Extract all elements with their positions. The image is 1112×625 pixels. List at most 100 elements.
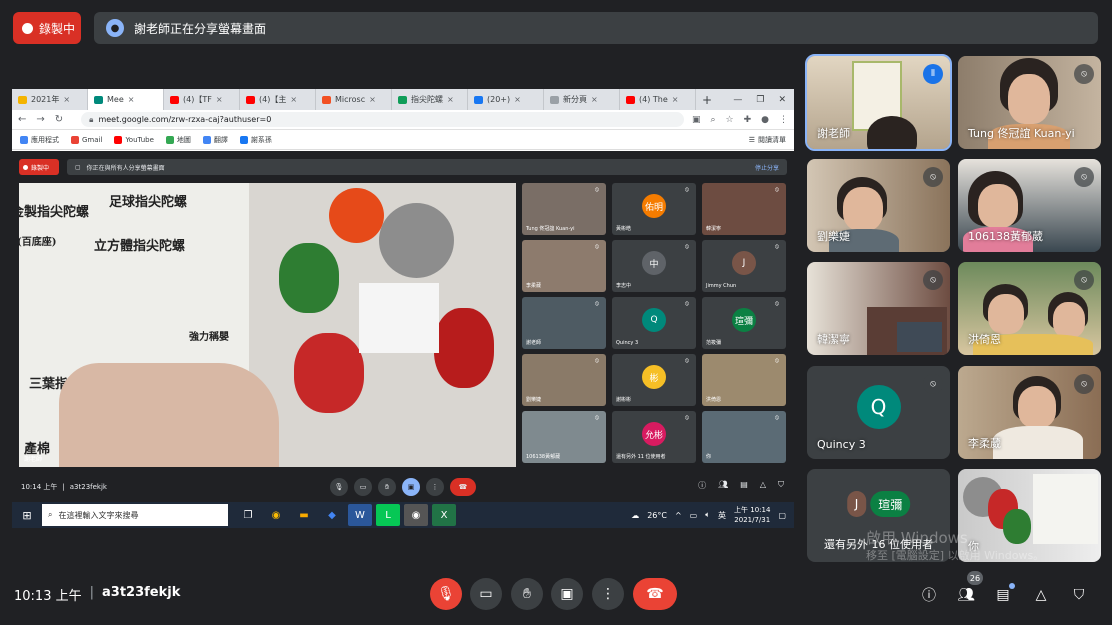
volume-icon[interactable]: 🔈︎ [705,510,710,520]
inner-chat-icon[interactable]: ▤ [740,480,748,491]
star-icon[interactable]: ☆ [726,115,734,125]
taskbar-search[interactable]: ⌕ 在這裡輸入文字來搜尋 [42,504,228,526]
inner-camera-icon[interactable]: ▭ [354,478,372,496]
browser-tab[interactable]: (4) The × [620,89,696,110]
inner-participant-tile[interactable]: 中 ⦸ 李志中 [612,240,696,292]
task-view-icon[interactable]: ❐ [236,504,260,526]
stop-share-button[interactable]: 停止分享 [755,163,787,172]
forward-icon[interactable]: → [36,114,44,125]
bookmark-item[interactable]: 應用程式 [20,135,59,145]
minimize-icon[interactable]: — [733,95,742,105]
map-app-icon[interactable]: ◆ [320,504,344,526]
new-tab-icon[interactable]: + [696,93,718,107]
reading-list[interactable]: ☰ 閱讀清單 [749,135,786,145]
tab-close-icon[interactable]: × [128,95,135,104]
inner-participant-tile[interactable]: J ⦸ Jimmy Chun [702,240,786,292]
browser-tab[interactable]: Mee × [88,89,164,110]
browser-tab[interactable]: (20+) × [468,89,544,110]
inner-participant-tile[interactable]: ⦸ 你 [702,411,786,463]
inner-participant-tile[interactable]: ⦸ 韓潔寧 [702,183,786,235]
camera-icon[interactable]: ▣ [692,115,701,125]
inner-participant-tile[interactable]: 彬 ⦸ 謝彬彬 [612,354,696,406]
tab-close-icon[interactable]: × [514,95,521,104]
present-button[interactable]: ▣ [551,578,583,610]
tab-close-icon[interactable]: × [216,95,223,104]
browser-tab[interactable]: 指尖陀螺 × [392,89,468,110]
excel-icon[interactable]: X [432,504,456,526]
tab-close-icon[interactable]: × [672,95,679,104]
reload-icon[interactable]: ↻ [55,114,63,125]
recording-indicator[interactable]: 錄製中 [13,12,81,44]
host-controls-button[interactable]: ⛉ [1068,584,1090,606]
activities-button[interactable]: △ [1030,584,1052,606]
meeting-info-button[interactable]: ⓘ [918,584,940,606]
participant-tile[interactable]: ⦸ 劉樂婕 [807,159,950,252]
participant-tile[interactable]: ⦸ 李柔葳 [958,366,1101,459]
browser-tab[interactable]: (4)【主 × [240,89,316,110]
tray-chevron-icon[interactable]: ^ [675,511,682,520]
inner-participant-tile[interactable]: ⦸ 106138黃郁葳 [522,411,606,463]
chrome-icon[interactable]: ◉ [264,504,288,526]
ime-indicator[interactable]: 英 [718,510,726,521]
notification-icon[interactable]: ▢ [778,511,786,520]
taskbar-clock[interactable]: 上午 10:14 2021/7/31 [734,505,770,525]
extensions-icon[interactable]: ✚ [744,115,752,125]
url-field[interactable]: 🔒︎ meet.google.com/zrw-rzxa-caj?authuser=… [81,112,684,127]
windows-start-icon[interactable]: ⊞ [12,509,42,522]
inner-hand-icon[interactable]: ✋︎ [378,478,396,496]
word-icon[interactable]: W [348,504,372,526]
inner-participant-tile[interactable]: ⦸ 洪倚恩 [702,354,786,406]
bookmark-item[interactable]: 謝系孫 [239,135,272,145]
participant-tile[interactable]: ⦀ 謝老師 [805,54,952,151]
participant-tile[interactable]: ⦸ 106138黃郁葳 [958,159,1101,252]
bookmark-item[interactable]: Gmail [71,135,102,144]
profile-icon[interactable]: ● [761,115,769,125]
inner-info-icon[interactable]: ⓘ [698,480,706,491]
tab-close-icon[interactable]: × [369,95,376,104]
camera-button[interactable]: ▭ [470,578,502,610]
inner-participant-tile[interactable]: 瑄彌 ⦸ 范筱彌 [702,297,786,349]
back-icon[interactable]: ← [18,114,26,125]
inner-shield-icon[interactable]: ⛉ [778,480,784,491]
browser-tab[interactable]: Microsc × [316,89,392,110]
inner-hangup-icon[interactable]: ☎︎ [450,478,476,496]
tab-close-icon[interactable]: × [290,95,297,104]
network-icon[interactable]: ▭ [690,511,698,520]
mic-off-button[interactable]: 🎙︎ [430,578,462,610]
people-button[interactable]: 👥︎ [955,584,977,606]
inner-participant-tile[interactable]: Q ⦸ Quincy 3 [612,297,696,349]
participant-tile[interactable]: ⦸ 洪倚恩 [958,262,1101,355]
inner-participant-tile[interactable]: ⦸ 李柔葳 [522,240,606,292]
tab-close-icon[interactable]: × [447,95,454,104]
close-icon[interactable]: ✕ [778,95,786,105]
tab-close-icon[interactable]: × [591,95,598,104]
browser-tab[interactable]: (4)【TF × [164,89,240,110]
file-explorer-icon[interactable]: ▬ [292,504,316,526]
participant-tile[interactable]: ⦸ Tung 佟冠誼 Kuan-yi [958,56,1101,149]
line-icon[interactable]: L [376,504,400,526]
inner-people-icon[interactable]: 👥︎ [718,480,728,491]
menu-icon[interactable]: ⋮ [779,115,788,125]
inner-participant-tile[interactable]: 允彬 ⦸ 還有另外 11 位使用者 [612,411,696,463]
bookmark-item[interactable]: 翻譯 [202,135,228,145]
inner-activities-icon[interactable]: △ [760,480,766,491]
inner-mic-icon[interactable]: 🎙︎ [330,478,348,496]
hangup-button[interactable]: ☎︎ [633,578,677,610]
inner-participant-tile[interactable]: ⦸ 謝老師 [522,297,606,349]
inner-more-icon[interactable]: ⋮ [426,478,444,496]
participant-tile[interactable]: Q ⦸ Quincy 3 [807,366,950,459]
browser-tab[interactable]: 新分頁 × [544,89,620,110]
inner-participant-tile[interactable]: 佑明 ⦸ 黃彬皓 [612,183,696,235]
browser-tab[interactable]: 2021年 × [12,89,88,110]
bookmark-item[interactable]: 地圖 [165,135,191,145]
tab-close-icon[interactable]: × [63,95,70,104]
more-options-button[interactable]: ⋮ [592,578,624,610]
inner-present-icon[interactable]: ▣ [402,478,420,496]
chrome-window-icon[interactable]: ◉ [404,504,428,526]
maximize-icon[interactable]: ❐ [756,95,764,105]
zoom-icon[interactable]: ⌕ [710,115,715,125]
participant-tile[interactable]: ⦸ 韓潔寧 [807,262,950,355]
inner-participant-tile[interactable]: ⦸ 劉樂婕 [522,354,606,406]
bookmark-item[interactable]: YouTube [114,135,154,144]
inner-participant-tile[interactable]: ⦸ Tung 佟冠誼 Kuan-yi [522,183,606,235]
